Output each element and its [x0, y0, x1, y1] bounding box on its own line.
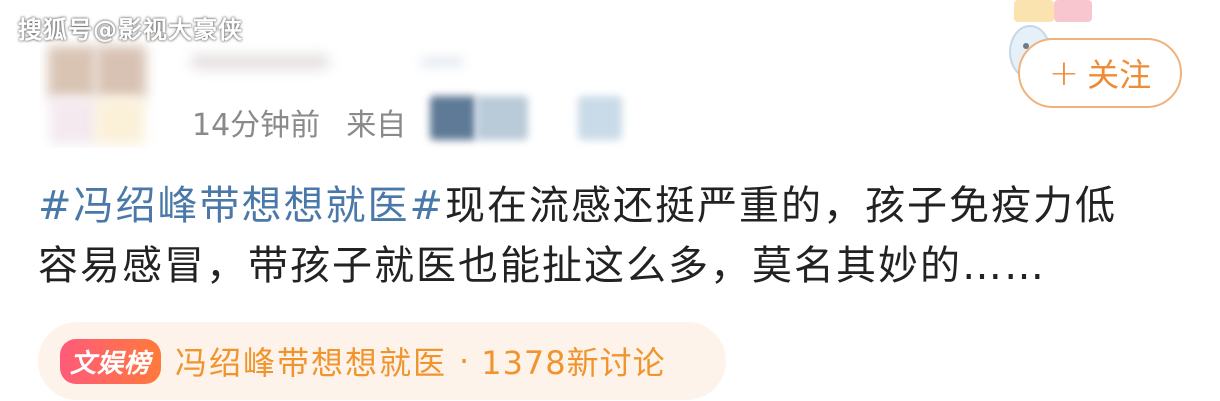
plus-icon: + — [1048, 52, 1080, 94]
avatar-blur-block — [96, 98, 144, 144]
follow-button-label: 关注 — [1087, 56, 1152, 94]
source-blurred — [578, 96, 622, 140]
follow-button[interactable]: + 关注 — [1018, 38, 1182, 108]
post-source-prefix: 来自 — [346, 108, 407, 143]
post-time: 14分钟前 — [192, 108, 321, 143]
user-badge-blurred — [420, 56, 464, 68]
post-body-line1: 现在流感还挺严重的，孩子免疫力低 — [445, 183, 1118, 229]
avatar-blur-block — [50, 98, 98, 144]
post-body: #冯绍峰带想想就医#现在流感还挺严重的，孩子免疫力低 容易感冒，带孩子就医也能扯… — [38, 176, 1198, 296]
topic-badge: 文娱榜 — [60, 338, 162, 384]
post-hashtag-link[interactable]: #冯绍峰带想想就医# — [38, 183, 445, 229]
avatar-blur-block — [48, 46, 96, 98]
source-blurred — [476, 96, 528, 140]
avatar-blur-block — [96, 46, 146, 98]
topic-separator: · — [459, 342, 470, 380]
topic-tag-pill[interactable]: 文娱榜 冯绍峰带想想就医 · 1378新讨论 — [38, 322, 726, 400]
source-blurred — [430, 96, 476, 140]
post-meta: 14分钟前 来自 — [192, 100, 406, 144]
topic-name: 冯绍峰带想想就医 — [175, 344, 448, 382]
avatar[interactable] — [40, 38, 158, 148]
post-body-line2: 容易感冒，带孩子就医也能扯这么多，莫名其妙的…… — [38, 243, 1046, 289]
username-blurred[interactable] — [190, 54, 330, 70]
topic-discussion-count: 1378新讨论 — [481, 344, 666, 382]
